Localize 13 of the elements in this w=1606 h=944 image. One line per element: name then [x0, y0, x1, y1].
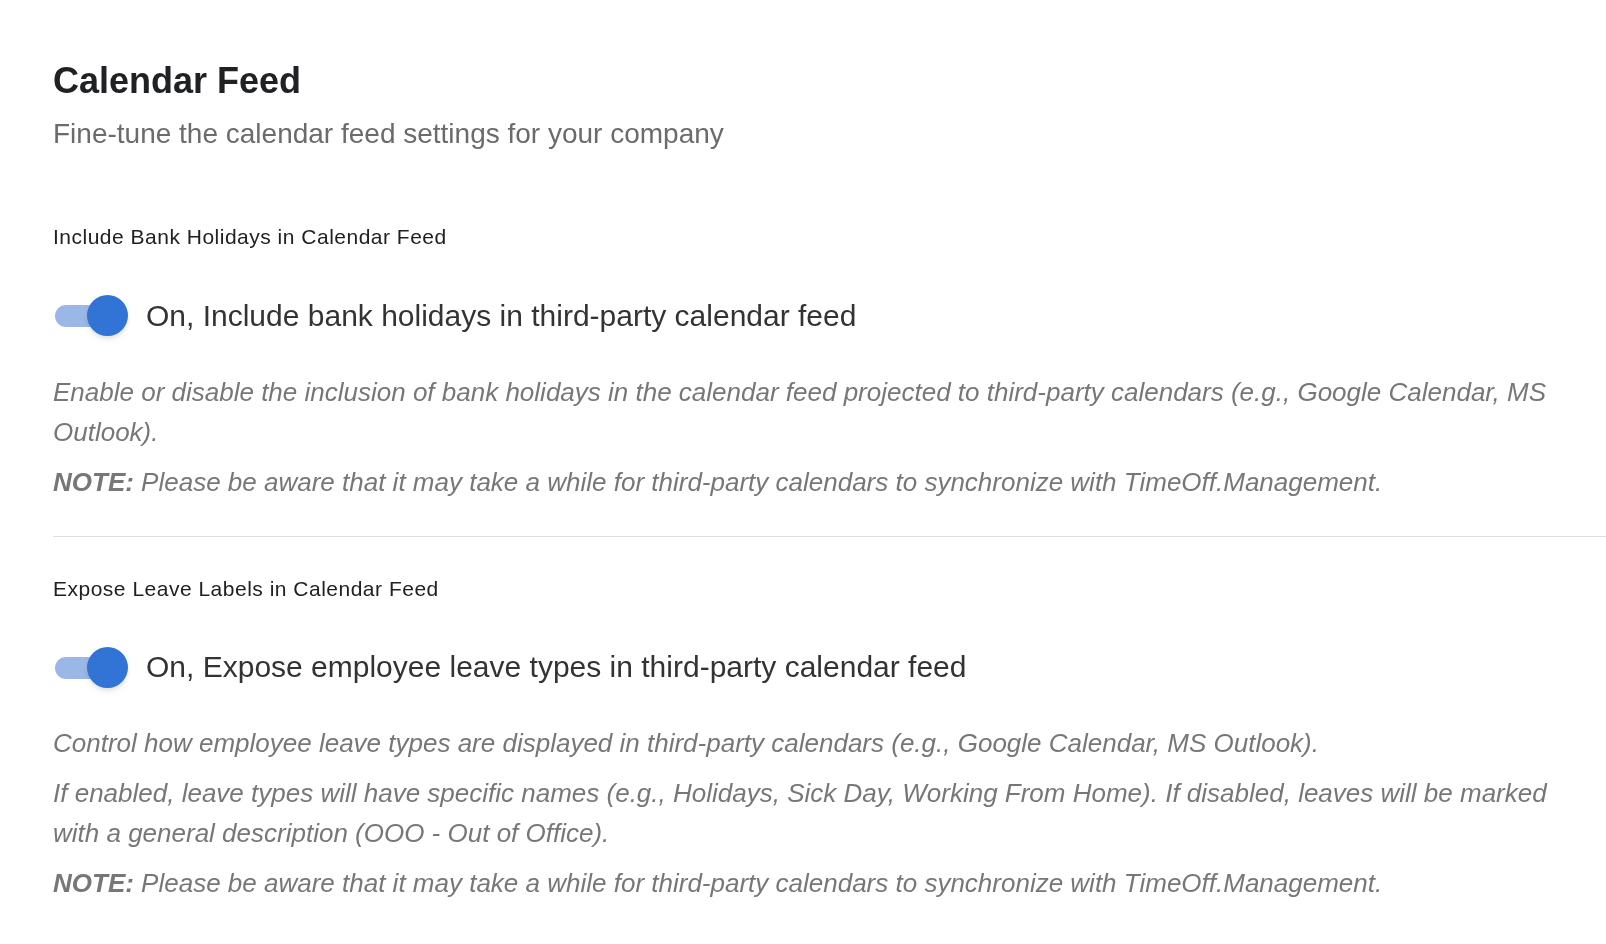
description-text: If enabled, leave types will have specific names (e.g., Holidays, Sick Day, Working From Home). If disabled, leaves will be marked with a general description (OOO - Out of Office). — [53, 777, 1549, 850]
description-text: NOTE: Please be aware that it may take a while for third-party calendars to synchronize with TimeOff.Management. — [53, 465, 1384, 499]
page-subtitle: Fine-tune the calendar feed settings for your company — [53, 117, 725, 151]
toggle-switch[interactable] — [53, 294, 128, 336]
description-text: NOTE: Please be aware that it may take a while for third-party calendars to synchronize with TimeOff.Management. — [53, 867, 1384, 900]
description-text: Control how employee leave types are displayed in third-party calendars (e.g., Google Calendar, MS Outlook). — [53, 727, 1320, 760]
toggle-switch[interactable] — [53, 645, 128, 688]
toggle-label: On, Include bank holidays in third-party calendar feed — [146, 297, 857, 334]
page-title: Calendar Feed — [53, 59, 303, 103]
section-label: Include Bank Holidays in Calendar Feed — [53, 224, 448, 250]
description-text: Enable or disable the inclusion of bank holidays in the calendar feed projected to third-party calendars (e.g., Google Calendar, MS Outlook). — [53, 375, 1547, 449]
section-label: Expose Leave Labels in Calendar Feed — [53, 575, 440, 602]
toggle-label: On, Expose employee leave types in third-party calendar feed — [146, 649, 967, 685]
